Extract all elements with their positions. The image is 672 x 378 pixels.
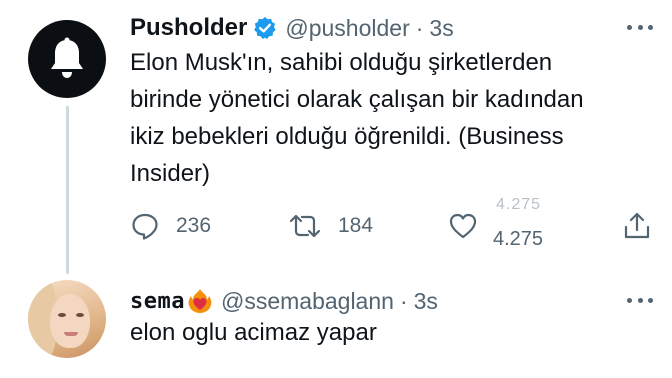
verified-badge-icon	[253, 16, 277, 40]
like-button[interactable]	[448, 206, 478, 246]
retweet-count: 184	[338, 214, 374, 237]
separator-dot: ·	[399, 287, 408, 314]
avatar-eye	[58, 313, 66, 317]
separator-dot: ·	[415, 14, 424, 41]
dot-icon	[627, 297, 632, 303]
retweet-button[interactable]: 184	[288, 206, 373, 246]
tweet-text: Elon Musk'ın, sahibi olduğu şirketlerden…	[130, 49, 584, 187]
tweet-text: elon oglu acimaz yapar	[130, 319, 377, 346]
avatar[interactable]	[28, 20, 106, 98]
timestamp[interactable]: 3s	[414, 288, 438, 315]
avatar-eye	[76, 313, 84, 317]
timestamp[interactable]: 3s	[429, 15, 453, 42]
avatar-mouth	[64, 332, 78, 336]
like-count: 4.275	[493, 228, 544, 250]
thread-line	[66, 106, 69, 274]
tweet-pusholder[interactable]: Pusholder @pusholder · 3s Elon Musk'ın, …	[0, 0, 672, 274]
dot-icon	[648, 297, 653, 303]
avatar-face	[50, 294, 90, 348]
more-options-button[interactable]	[624, 288, 656, 312]
display-name[interactable]: Pusholder	[130, 14, 247, 42]
dot-icon	[637, 24, 643, 30]
tweet-sema[interactable]: sema @ssemabaglann · 3s elon oglu acimaz…	[0, 270, 672, 378]
retweet-icon	[289, 214, 321, 238]
heart-on-fire-icon	[187, 288, 213, 314]
avatar-column	[28, 270, 106, 358]
tweet-actions: 236 184 4.275 4.275	[130, 196, 660, 250]
dot-icon	[648, 24, 653, 30]
reply-button[interactable]: 236	[130, 206, 211, 246]
display-name[interactable]: sema	[130, 289, 185, 314]
heart-icon	[449, 213, 477, 239]
handle[interactable]: @ssemabaglann	[221, 288, 394, 315]
share-icon	[624, 212, 650, 239]
avatar[interactable]	[28, 280, 106, 358]
tweet-header: sema @ssemabaglann · 3s	[130, 285, 438, 317]
like-count-animating: 4.275	[496, 196, 542, 213]
more-options-button[interactable]	[624, 15, 656, 39]
share-button[interactable]	[622, 206, 652, 246]
dot-icon	[637, 297, 643, 303]
tweet-header: Pusholder @pusholder · 3s	[130, 8, 454, 48]
reply-count: 236	[176, 214, 212, 237]
reply-icon	[132, 213, 158, 240]
dot-icon	[627, 24, 632, 30]
handle[interactable]: @pusholder	[285, 15, 409, 42]
avatar-column	[28, 0, 106, 98]
bell-icon	[51, 37, 83, 78]
